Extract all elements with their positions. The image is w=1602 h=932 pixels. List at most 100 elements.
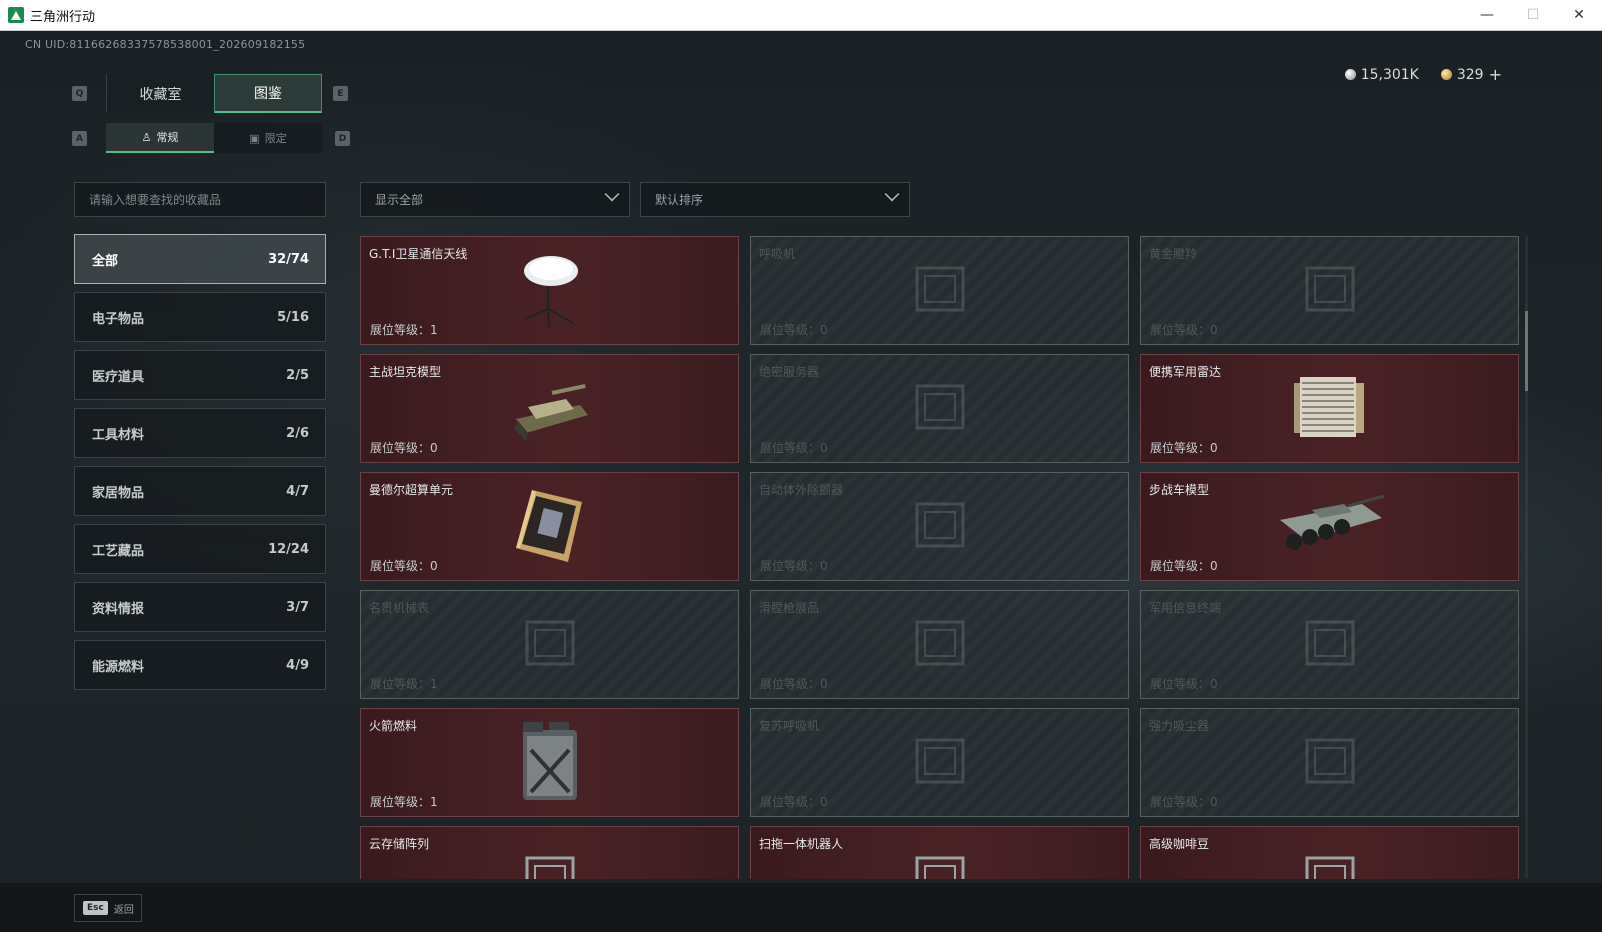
back-button[interactable]: Esc 返回 <box>74 894 142 922</box>
chevron-down-icon <box>604 186 620 202</box>
sort-value: 默认排序 <box>655 193 704 207</box>
category-tools[interactable]: 工具材料 2/6 <box>74 408 326 458</box>
storage-array-icon <box>515 844 585 879</box>
item-name: 强力吸尘器 <box>1149 719 1210 733</box>
tab-limited[interactable]: ▣ 限定 <box>214 123 322 153</box>
minimize-button[interactable]: — <box>1464 0 1510 31</box>
item-name: 曼德尔超算单元 <box>369 483 454 497</box>
tab-catalog[interactable]: 图鉴 <box>214 74 322 113</box>
category-label: 能源燃料 <box>92 659 145 675</box>
item-card[interactable]: G.T.I卫星通信天线 展位等级：1 <box>360 236 739 345</box>
item-card[interactable]: 军用信息终端 展位等级：0 <box>1140 590 1519 699</box>
item-card[interactable]: 步战车模型展位等级：0 <box>1140 472 1519 581</box>
filter-value: 显示全部 <box>375 193 424 207</box>
image-icon: ▣ <box>249 131 260 145</box>
item-card[interactable]: 便携军用雷达 展位等级：0 <box>1140 354 1519 463</box>
back-label: 返回 <box>113 904 134 916</box>
item-card[interactable]: 主战坦克模型 展位等级：0 <box>360 354 739 463</box>
item-name: G.T.I卫星通信天线 <box>369 247 468 261</box>
grid-scrollbar[interactable] <box>1525 236 1528 879</box>
item-name: 火箭燃料 <box>369 719 418 733</box>
key-q-hint: Q <box>72 86 87 101</box>
item-card[interactable]: 复苏呼吸机 展位等级：0 <box>750 708 1129 817</box>
fuel-can-icon <box>515 720 585 806</box>
item-card[interactable]: 高级咖啡豆 <box>1140 826 1519 879</box>
filter-dropdown[interactable]: 显示全部 <box>360 182 630 217</box>
category-electronics[interactable]: 电子物品 5/16 <box>74 292 326 342</box>
item-level: 展位等级：1 <box>370 677 438 691</box>
tab-limited-label: 限定 <box>264 132 287 145</box>
item-grid: G.T.I卫星通信天线 展位等级：1 呼吸机 展位等级：0 黄金瞪羚 展位等级：0 主战坦克… <box>360 236 1520 879</box>
silver-coin-icon <box>1344 69 1356 80</box>
add-currency-button[interactable]: + <box>1489 65 1502 84</box>
main-tabs: 收藏室 图鉴 <box>106 74 322 113</box>
item-level: 展位等级：0 <box>1150 795 1218 809</box>
item-card[interactable]: 黄金瞪羚 展位等级：0 <box>1140 236 1519 345</box>
search-input[interactable]: 请输入想要查找的收藏品 <box>74 182 326 217</box>
item-name: 呼吸机 <box>759 247 796 261</box>
category-fuel[interactable]: 能源燃料 4/9 <box>74 640 326 690</box>
tank-model-icon <box>508 371 592 447</box>
item-card[interactable]: 云存储阵列 <box>360 826 739 879</box>
category-count: 12/24 <box>268 541 309 557</box>
item-level: 展位等级：0 <box>1150 323 1218 337</box>
item-name: 滑膛枪展品 <box>759 601 820 615</box>
robot-vacuum-icon <box>905 844 975 879</box>
item-card[interactable]: 滑膛枪展品 展位等级：0 <box>750 590 1129 699</box>
item-name: 步战车模型 <box>1149 483 1210 497</box>
category-intel[interactable]: 资料情报 3/7 <box>74 582 326 632</box>
close-button[interactable]: ✕ <box>1556 0 1602 31</box>
window-title: 三角洲行动 <box>30 9 96 25</box>
ifv-model-icon <box>1272 490 1388 564</box>
item-name: 绝密服务器 <box>759 365 820 379</box>
category-count: 32/74 <box>268 251 309 267</box>
key-a-hint: A <box>72 131 87 146</box>
item-level: 展位等级：0 <box>760 559 828 573</box>
sort-dropdown[interactable]: 默认排序 <box>640 182 910 217</box>
item-card[interactable]: 名贵机械表 展位等级：1 <box>360 590 739 699</box>
key-e-hint: E <box>333 86 348 101</box>
item-level: 展位等级：0 <box>760 795 828 809</box>
category-count: 2/6 <box>286 425 309 441</box>
category-household[interactable]: 家居物品 4/7 <box>74 466 326 516</box>
coffee-icon <box>1295 844 1365 879</box>
scrollbar-thumb[interactable] <box>1525 311 1528 391</box>
item-card[interactable]: 自动体外除颤器 展位等级：0 <box>750 472 1129 581</box>
category-medical[interactable]: 医疗道具 2/5 <box>74 350 326 400</box>
tab-collection-room[interactable]: 收藏室 <box>106 74 214 113</box>
category-count: 4/7 <box>286 483 309 499</box>
currency-bar: 15,301K 329 + <box>1344 65 1502 84</box>
figure-icon: ♙ <box>141 130 152 144</box>
item-level: 展位等级：0 <box>1150 559 1218 573</box>
category-count: 3/7 <box>286 599 309 615</box>
item-level: 展位等级：0 <box>1150 441 1218 455</box>
gold-currency: 329 + <box>1440 65 1502 84</box>
silver-currency: 15,301K <box>1344 65 1419 84</box>
category-count: 4/9 <box>286 657 309 673</box>
server-icon <box>905 372 975 446</box>
resuscitator-icon <box>905 726 975 800</box>
item-card[interactable]: 扫拖一体机器人 <box>750 826 1129 879</box>
silver-amount: 15,301K <box>1360 66 1419 83</box>
category-crafts[interactable]: 工艺藏品 12/24 <box>74 524 326 574</box>
item-name: 高级咖啡豆 <box>1149 837 1210 851</box>
category-all[interactable]: 全部 32/74 <box>74 234 326 284</box>
category-list: 全部 32/74 电子物品 5/16 医疗道具 2/5 工具材料 2/6 家居物品 4/7… <box>74 234 326 698</box>
category-count: 2/5 <box>286 367 309 383</box>
category-label: 医疗道具 <box>92 369 145 385</box>
watch-icon <box>515 608 585 682</box>
radar-icon <box>1290 369 1370 449</box>
esc-key-icon: Esc <box>83 901 108 915</box>
tab-regular-label: 常规 <box>156 131 179 144</box>
window-titlebar: 三角洲行动 — ☐ ✕ <box>0 0 1602 31</box>
item-card[interactable]: 呼吸机 展位等级：0 <box>750 236 1129 345</box>
item-card[interactable]: 强力吸尘器展位等级：0 <box>1140 708 1519 817</box>
game-area: CN UID:811662683375785380​01_20260918215… <box>0 31 1602 932</box>
item-card[interactable]: 曼德尔超算单元 展位等级：0 <box>360 472 739 581</box>
item-card[interactable]: 火箭燃料 展位等级：1 <box>360 708 739 817</box>
item-card[interactable]: 绝密服务器 展位等级：0 <box>750 354 1129 463</box>
tab-regular[interactable]: ♙ 常规 <box>106 123 214 153</box>
maximize-button[interactable]: ☐ <box>1510 0 1556 31</box>
category-label: 资料情报 <box>92 601 145 617</box>
category-label: 全部 <box>92 253 119 269</box>
